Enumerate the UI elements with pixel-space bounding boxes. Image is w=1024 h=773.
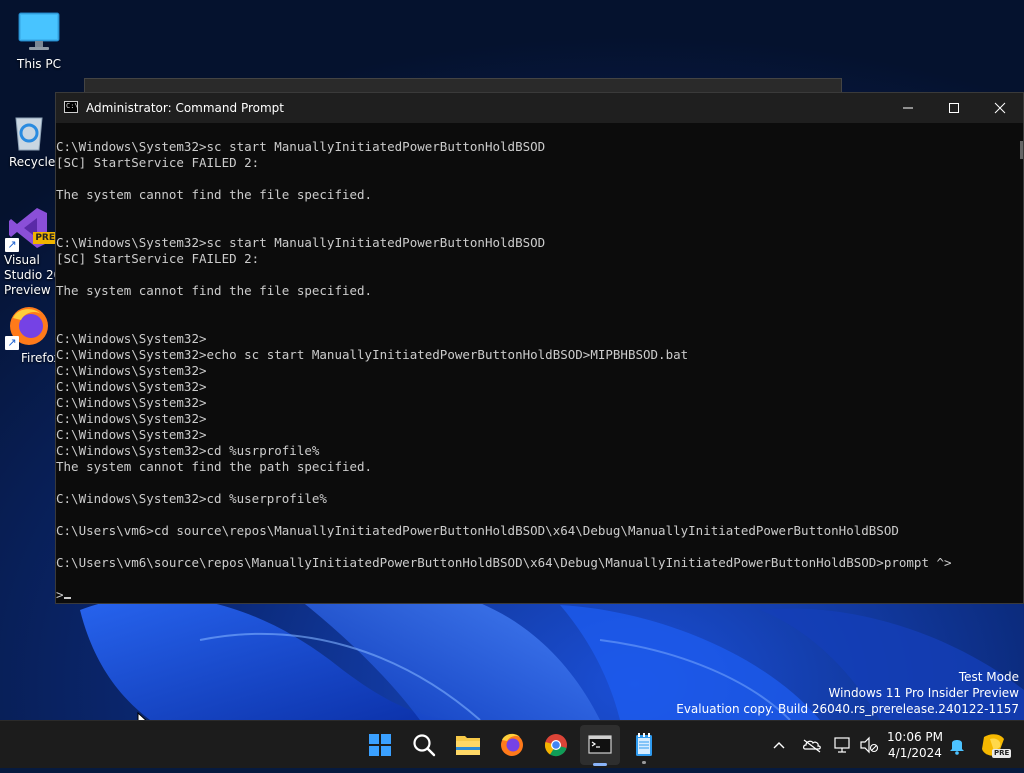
text-cursor <box>63 597 71 599</box>
clock-time: 10:06 PM <box>887 730 943 744</box>
clock-button[interactable]: 10:06 PM 4/1/2024 <box>884 729 946 761</box>
close-icon <box>994 102 1006 114</box>
network-button[interactable] <box>832 721 854 769</box>
maximize-icon <box>949 103 959 113</box>
chevron-up-icon <box>773 742 785 749</box>
minimize-icon <box>903 107 913 109</box>
shortcut-arrow-icon: ↗ <box>5 238 19 252</box>
bell-icon <box>950 740 964 755</box>
console-output[interactable]: C:\Windows\System32>sc start ManuallyIni… <box>56 123 1022 619</box>
desktop-icon-firefox[interactable]: ↗ Firefox <box>0 304 58 366</box>
chrome-icon <box>544 734 567 757</box>
monitor-icon <box>17 10 61 54</box>
preview-badge: PRE <box>33 232 57 244</box>
console-line: C:\Windows\System32> <box>56 411 207 426</box>
copilot-icon <box>982 734 1004 756</box>
console-line: C:\Windows\System32> <box>56 395 207 410</box>
prompt-text: > <box>56 587 64 602</box>
maximize-button[interactable] <box>931 93 977 123</box>
command-prompt-taskbar-button[interactable] <box>580 725 620 766</box>
network-icon <box>834 737 850 753</box>
watermark-line: Windows 11 Pro Insider Preview <box>828 686 1019 700</box>
desktop-icon-label: Recycle Bin <box>9 155 58 169</box>
notifications-button[interactable] <box>946 721 968 769</box>
folder-icon <box>456 736 480 755</box>
clock-date: 4/1/2024 <box>888 746 942 760</box>
volume-button[interactable] <box>858 721 880 769</box>
shortcut-arrow-icon: ↗ <box>5 336 19 350</box>
console-line: C:\Windows\System32>cd %usrprofile% <box>56 443 320 458</box>
active-app-indicator <box>593 763 607 766</box>
file-explorer-button[interactable] <box>448 725 488 765</box>
recycle-bin-icon <box>7 108 51 152</box>
window-title: Administrator: Command Prompt <box>86 101 284 115</box>
cloud-offline-icon <box>803 739 821 753</box>
visual-studio-icon: ↗ PRE <box>5 206 57 252</box>
desktop-icon-label: Firefox <box>21 351 58 365</box>
start-button[interactable] <box>360 725 400 765</box>
desktop-icon-this-pc[interactable]: This PC <box>1 10 77 72</box>
desktop-icon-label: Visual Studio 2022 Preview <box>4 253 58 297</box>
cmd-app-icon: C:\ <box>64 101 79 113</box>
console-line: C:\Users\vm6>cd source\repos\ManuallyIni… <box>56 523 899 538</box>
console-line: C:\Windows\System32>sc start ManuallyIni… <box>56 235 546 250</box>
console-line: The system cannot find the file specifie… <box>56 283 373 298</box>
current-prompt-line[interactable]: > <box>56 587 1022 603</box>
watermark-line: Test Mode <box>958 670 1019 684</box>
copilot-button[interactable]: PRE <box>978 721 1012 769</box>
console-line: C:\Windows\System32>sc start ManuallyIni… <box>56 139 546 154</box>
console-line: C:\Windows\System32> <box>56 331 207 346</box>
console-line: [SC] StartService FAILED 2: <box>56 155 260 170</box>
desktop-icon-visual-studio[interactable]: ↗ PRE Visual Studio 2022 Preview <box>0 206 58 298</box>
console-line: C:\Windows\System32> <box>56 427 207 442</box>
copilot-preview-badge: PRE <box>992 749 1012 758</box>
firefox-taskbar-button[interactable] <box>492 725 532 765</box>
console-line: C:\Windows\System32>cd %userprofile% <box>56 491 327 506</box>
console-line: The system cannot find the path specifie… <box>56 459 373 474</box>
console-line: C:\Windows\System32> <box>56 379 207 394</box>
search-icon <box>413 734 436 757</box>
console-line: C:\Windows\System32> <box>56 363 207 378</box>
chrome-taskbar-button[interactable] <box>536 725 576 765</box>
window-titlebar[interactable]: C:\ Administrator: Command Prompt <box>56 93 1023 123</box>
scrollbar-thumb[interactable] <box>1020 141 1023 159</box>
console-line: C:\Users\vm6\source\repos\ManuallyInitia… <box>56 555 952 570</box>
console-line: [SC] StartService FAILED 2: <box>56 251 260 266</box>
desktop-icon-label: This PC <box>17 57 61 71</box>
running-app-indicator <box>642 761 646 764</box>
firefox-icon: ↗ <box>5 304 51 350</box>
notepad-taskbar-button[interactable] <box>624 725 664 765</box>
terminal-icon <box>588 735 612 754</box>
notepad-icon <box>636 733 652 756</box>
minimize-button[interactable] <box>885 93 931 123</box>
desktop-icon-recycle-bin[interactable]: Recycle Bin <box>0 108 58 170</box>
show-hidden-icons-button[interactable] <box>768 721 790 769</box>
onedrive-button[interactable] <box>800 721 824 769</box>
watermark-line: Evaluation copy. Build 26040.rs_prerelea… <box>676 702 1019 716</box>
console-line: The system cannot find the file specifie… <box>56 187 373 202</box>
console-line: C:\Windows\System32>echo sc start Manual… <box>56 347 689 362</box>
search-button[interactable] <box>404 725 444 765</box>
windows-logo-icon <box>369 734 391 756</box>
close-button[interactable] <box>977 93 1023 123</box>
firefox-icon <box>501 733 523 756</box>
command-prompt-window[interactable]: C:\ Administrator: Command Prompt C:\Win… <box>55 92 1024 604</box>
taskbar: 10:06 PM 4/1/2024 PRE <box>0 720 1024 768</box>
test-mode-watermark: Test Mode Windows 11 Pro Insider Preview… <box>676 669 1019 717</box>
volume-muted-icon <box>860 736 879 754</box>
